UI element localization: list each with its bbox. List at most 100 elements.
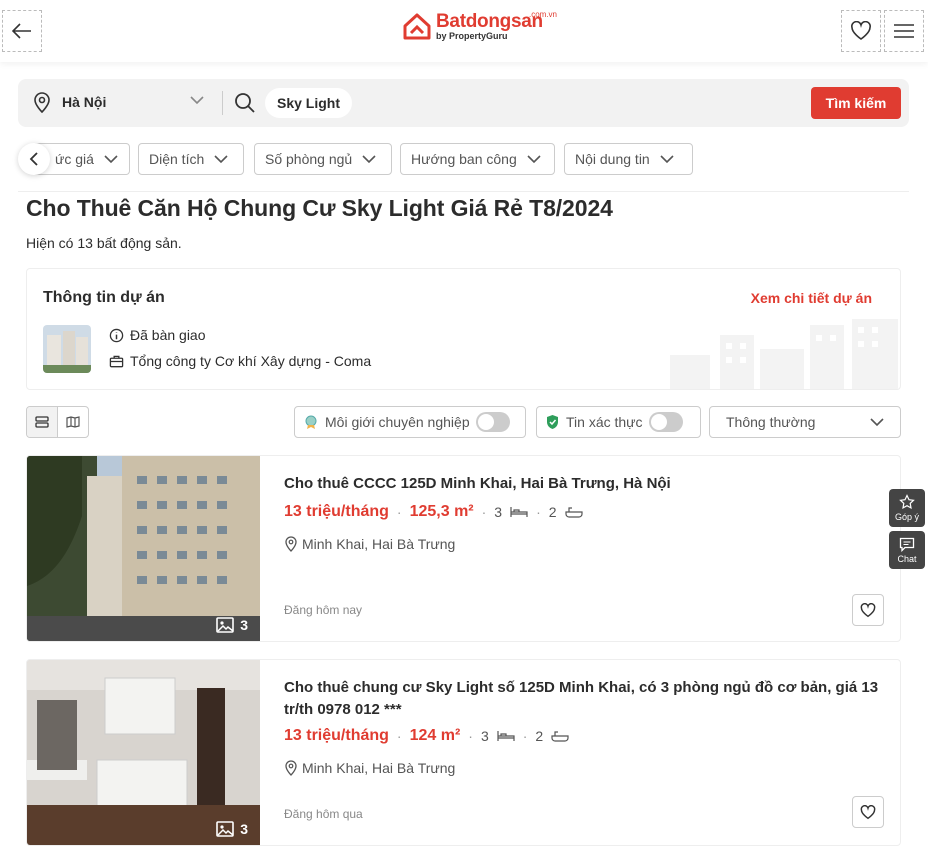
sort-select[interactable]: Thông thường <box>709 406 901 438</box>
listing-image[interactable]: 3 <box>27 660 260 845</box>
feedback-label: Góp ý <box>894 512 919 522</box>
listing-location-text: Minh Khai, Hai Bà Trưng <box>302 536 456 552</box>
chevron-left-icon <box>29 152 38 166</box>
separator-dot: · <box>522 728 528 744</box>
separator-dot: · <box>396 728 402 744</box>
kitchen-photo <box>27 660 260 845</box>
listing-title[interactable]: Cho thuê CCCC 125D Minh Khai, Hai Bà Trư… <box>284 473 884 495</box>
listing-image[interactable]: 3 <box>27 456 260 641</box>
info-icon <box>109 328 124 342</box>
brand-logo[interactable]: Batdongsan by PropertyGuru .com.vn <box>402 10 557 42</box>
filter-area[interactable]: Diện tích <box>138 143 244 175</box>
map-view-button[interactable] <box>58 407 88 437</box>
listing-beds: 3 <box>494 504 503 520</box>
building-thumbnail <box>43 325 91 373</box>
bed-icon <box>510 507 528 517</box>
separator-dot: · <box>468 728 473 744</box>
project-heading: Thông tin dự án <box>43 289 165 306</box>
city-illustration <box>670 319 898 389</box>
menu-button[interactable] <box>884 10 924 52</box>
project-developer-text: Tổng công ty Cơ khí Xây dựng - Coma <box>130 353 372 369</box>
house-logo-icon <box>403 13 431 40</box>
listing-posted: Đăng hôm nay <box>284 603 363 617</box>
search-button[interactable]: Tìm kiếm <box>811 87 901 119</box>
filter-price-label: ức giá <box>55 151 94 167</box>
project-thumbnail[interactable] <box>43 325 91 373</box>
bath-icon <box>551 731 569 742</box>
listing-baths: 2 <box>548 504 557 520</box>
favorite-button[interactable] <box>852 796 884 828</box>
feedback-button[interactable]: Góp ý <box>889 489 925 527</box>
search-bar: Hà Nội Sky Light Tìm kiếm <box>18 79 909 127</box>
header: Batdongsan by PropertyGuru .com.vn <box>0 0 928 62</box>
separator-dot: · <box>396 504 402 520</box>
list-icon <box>35 416 49 428</box>
hamburger-icon <box>894 24 914 38</box>
chevron-down-icon <box>660 155 674 164</box>
listing-price: 13 triệu/tháng <box>284 503 389 520</box>
view-toggle <box>26 406 89 438</box>
pro-broker-switch[interactable] <box>475 412 510 432</box>
listing-meta: 13 triệu/tháng · 125,3 m² · 3 · 2 <box>284 503 583 521</box>
chat-icon <box>899 537 915 552</box>
star-icon <box>899 494 915 510</box>
map-pin-icon <box>34 92 50 113</box>
bed-icon <box>497 731 515 741</box>
brand-domain: .com.vn <box>529 10 558 19</box>
sort-value: Thông thường <box>726 414 816 430</box>
location-select[interactable]: Hà Nội <box>32 91 106 113</box>
separator-dot: · <box>481 504 487 520</box>
separator-dot: · <box>536 504 541 520</box>
filter-bedrooms-label: Số phòng ngủ <box>265 151 353 167</box>
keyword-chip[interactable]: Sky Light <box>265 88 353 118</box>
image-icon <box>216 617 235 633</box>
arrow-left-icon <box>12 23 31 39</box>
project-info-card: Thông tin dự án Xem chi tiết dự án Đã bà… <box>26 268 901 390</box>
listing-card[interactable]: 3 Cho thuê chung cư Sky Light số 125D Mi… <box>26 659 901 846</box>
filter-bar: ức giá Diện tích Số phòng ngủ Hướng ban … <box>18 143 909 179</box>
heart-icon <box>851 21 871 40</box>
chevron-down-icon <box>527 155 541 164</box>
chevron-down-icon[interactable] <box>190 95 204 105</box>
chat-label: Chat <box>897 553 917 564</box>
listing-title[interactable]: Cho thuê chung cư Sky Light số 125D Minh… <box>284 677 884 721</box>
saved-button[interactable] <box>841 10 881 52</box>
project-status: Đã bàn giao <box>109 327 206 343</box>
list-view-button[interactable] <box>27 407 58 437</box>
filter-bedrooms[interactable]: Số phòng ngủ <box>254 143 392 175</box>
verified-switch[interactable] <box>648 412 683 432</box>
image-count: 3 <box>216 617 248 633</box>
listing-card[interactable]: 3 Cho thuê CCCC 125D Minh Khai, Hai Bà T… <box>26 455 901 642</box>
bath-icon <box>564 507 583 518</box>
project-detail-link[interactable]: Xem chi tiết dự án <box>751 290 872 306</box>
filter-balcony[interactable]: Hướng ban công <box>400 143 555 175</box>
listing-location: Minh Khai, Hai Bà Trưng <box>284 536 455 552</box>
badge-icon <box>305 415 317 429</box>
image-count-value: 3 <box>240 821 248 837</box>
back-button[interactable] <box>2 10 42 52</box>
filter-scroll-left-button[interactable] <box>18 143 50 175</box>
map-pin-icon <box>285 536 297 552</box>
project-developer: Tổng công ty Cơ khí Xây dựng - Coma <box>109 353 371 369</box>
map-pin-icon <box>285 760 297 776</box>
pro-broker-toggle[interactable]: Môi giới chuyên nghiệp <box>294 406 526 438</box>
chat-button[interactable]: Chat <box>889 531 925 569</box>
listing-posted: Đăng hôm qua <box>284 807 363 821</box>
brand-sub: by PropertyGuru <box>436 31 508 41</box>
chevron-down-icon <box>870 418 884 427</box>
divider <box>18 191 909 192</box>
image-count: 3 <box>216 821 248 837</box>
verified-toggle[interactable]: Tin xác thực <box>536 406 701 438</box>
favorite-button[interactable] <box>852 594 884 626</box>
filter-area-label: Diện tích <box>149 151 205 167</box>
listing-area: 125,3 m² <box>409 503 474 520</box>
filter-content[interactable]: Nội dung tin <box>564 143 693 175</box>
search-icon <box>235 93 255 113</box>
project-status-text: Đã bàn giao <box>130 327 206 343</box>
listing-meta: 13 triệu/tháng · 124 m² · 3 · 2 <box>284 727 569 745</box>
result-count: Hiện có 13 bất động sản. <box>26 235 182 251</box>
listing-area: 124 m² <box>409 727 461 744</box>
page-title: Cho Thuê Căn Hộ Chung Cư Sky Light Giá R… <box>26 195 613 221</box>
heart-icon <box>860 804 876 819</box>
map-icon <box>66 416 80 428</box>
